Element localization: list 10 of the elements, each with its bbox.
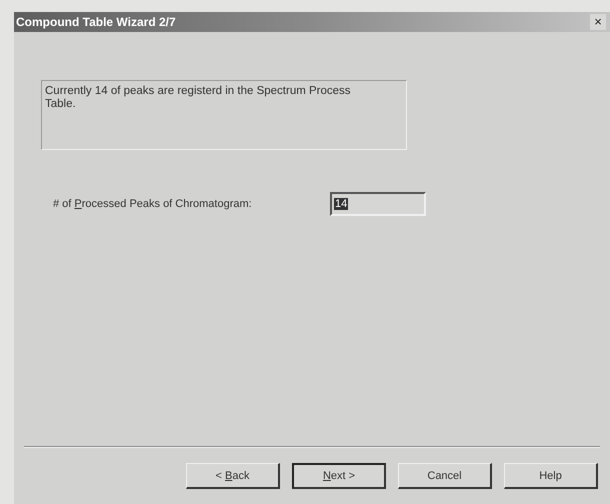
dialog-button[interactable]: < Back bbox=[186, 463, 280, 489]
dialog-button[interactable]: Cancel bbox=[398, 463, 492, 489]
close-button[interactable]: × bbox=[590, 14, 606, 30]
dialog-button[interactable]: Help bbox=[504, 463, 598, 489]
window-title: Compound Table Wizard 2/7 bbox=[16, 15, 176, 29]
info-text: Currently 14 of peaks are registerd in the Spectrum Process Table. bbox=[41, 80, 407, 150]
dialog-button[interactable]: Next > bbox=[292, 463, 386, 489]
field-value: 14 bbox=[334, 198, 348, 210]
field-label: # of Processed Peaks of Chromatogram: bbox=[53, 198, 253, 210]
input-field[interactable]: 14 bbox=[330, 192, 426, 216]
